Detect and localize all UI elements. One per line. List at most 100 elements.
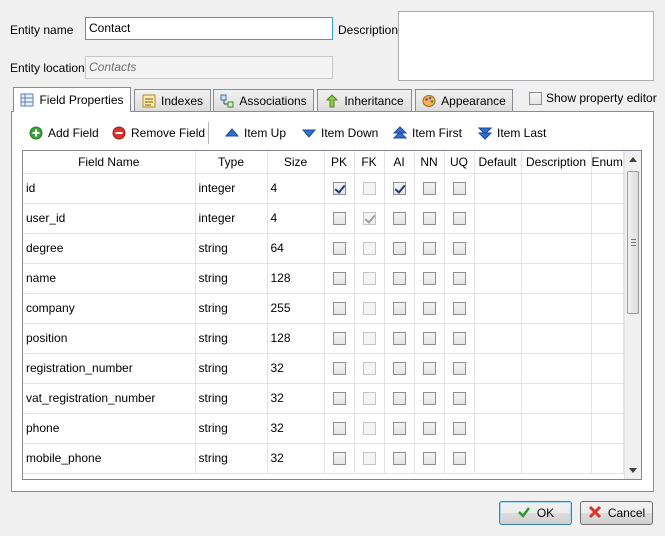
scroll-down-icon[interactable] xyxy=(629,468,637,473)
type-cell[interactable]: string xyxy=(195,293,268,324)
default-cell[interactable] xyxy=(474,323,522,354)
uq-checkbox[interactable] xyxy=(452,422,466,436)
type-cell[interactable]: string xyxy=(195,263,268,294)
fk-checkbox[interactable] xyxy=(362,362,376,376)
column-header-fk[interactable]: FK xyxy=(354,151,385,174)
default-cell[interactable] xyxy=(474,413,522,444)
pk-checkbox[interactable] xyxy=(332,452,346,466)
field-name-cell[interactable]: name xyxy=(23,263,196,294)
column-header-field-name[interactable]: Field Name xyxy=(23,151,196,174)
type-cell[interactable]: string xyxy=(195,413,268,444)
pk-checkbox[interactable] xyxy=(332,272,346,286)
fk-checkbox[interactable] xyxy=(362,422,376,436)
enum-cell[interactable] xyxy=(591,263,624,294)
cancel-button[interactable]: Cancel xyxy=(580,501,653,525)
pk-checkbox[interactable] xyxy=(332,362,346,376)
column-header-nn[interactable]: NN xyxy=(414,151,445,174)
pk-checkbox[interactable] xyxy=(332,332,346,346)
uq-checkbox[interactable] xyxy=(452,392,466,406)
type-cell[interactable]: string xyxy=(195,443,268,474)
default-cell[interactable] xyxy=(474,443,522,474)
description-cell[interactable] xyxy=(521,203,592,234)
enum-cell[interactable] xyxy=(591,323,624,354)
table-row[interactable]: vat_registration_number string 32 xyxy=(23,383,624,414)
size-cell[interactable]: 128 xyxy=(267,263,325,294)
type-cell[interactable]: string xyxy=(195,383,268,414)
nn-checkbox[interactable] xyxy=(422,272,436,286)
enum-cell[interactable] xyxy=(591,173,624,204)
field-name-cell[interactable]: mobile_phone xyxy=(23,443,196,474)
pk-checkbox[interactable] xyxy=(332,422,346,436)
enum-cell[interactable] xyxy=(591,353,624,384)
column-header-default[interactable]: Default xyxy=(474,151,522,174)
ai-checkbox[interactable] xyxy=(392,392,406,406)
uq-checkbox[interactable] xyxy=(452,182,466,196)
field-name-cell[interactable]: id xyxy=(23,173,196,204)
description-textarea[interactable] xyxy=(398,11,654,81)
description-cell[interactable] xyxy=(521,293,592,324)
description-cell[interactable] xyxy=(521,443,592,474)
uq-checkbox[interactable] xyxy=(452,212,466,226)
tab-inheritance[interactable]: Inheritance xyxy=(317,89,412,111)
table-row[interactable]: name string 128 xyxy=(23,263,624,294)
tab-appearance[interactable]: Appearance xyxy=(415,89,513,111)
size-cell[interactable]: 32 xyxy=(267,353,325,384)
fk-checkbox[interactable] xyxy=(362,182,376,196)
description-cell[interactable] xyxy=(521,413,592,444)
nn-checkbox[interactable] xyxy=(422,182,436,196)
ai-checkbox[interactable] xyxy=(392,182,406,196)
default-cell[interactable] xyxy=(474,293,522,324)
nn-checkbox[interactable] xyxy=(422,212,436,226)
field-name-cell[interactable]: degree xyxy=(23,233,196,264)
enum-cell[interactable] xyxy=(591,383,624,414)
size-cell[interactable]: 64 xyxy=(267,233,325,264)
size-cell[interactable]: 32 xyxy=(267,443,325,474)
description-cell[interactable] xyxy=(521,323,592,354)
ai-checkbox[interactable] xyxy=(392,422,406,436)
pk-checkbox[interactable] xyxy=(332,212,346,226)
uq-checkbox[interactable] xyxy=(452,332,466,346)
default-cell[interactable] xyxy=(474,203,522,234)
type-cell[interactable]: string xyxy=(195,323,268,354)
field-name-cell[interactable]: phone xyxy=(23,413,196,444)
column-header-ai[interactable]: AI xyxy=(384,151,415,174)
tab-indexes[interactable]: Indexes xyxy=(134,89,211,111)
default-cell[interactable] xyxy=(474,263,522,294)
description-cell[interactable] xyxy=(521,233,592,264)
description-cell[interactable] xyxy=(521,263,592,294)
enum-cell[interactable] xyxy=(591,293,624,324)
fk-checkbox[interactable] xyxy=(362,212,376,226)
default-cell[interactable] xyxy=(474,233,522,264)
uq-checkbox[interactable] xyxy=(452,302,466,316)
table-row[interactable]: registration_number string 32 xyxy=(23,353,624,384)
description-cell[interactable] xyxy=(521,383,592,414)
table-row[interactable]: company string 255 xyxy=(23,293,624,324)
ok-button[interactable]: OK xyxy=(499,501,572,525)
table-row[interactable]: id integer 4 xyxy=(23,173,624,204)
nn-checkbox[interactable] xyxy=(422,332,436,346)
tab-associations[interactable]: Associations xyxy=(213,89,314,111)
column-header-enum[interactable]: Enum xyxy=(591,151,624,174)
type-cell[interactable]: string xyxy=(195,353,268,384)
default-cell[interactable] xyxy=(474,353,522,384)
fk-checkbox[interactable] xyxy=(362,242,376,256)
ai-checkbox[interactable] xyxy=(392,302,406,316)
ai-checkbox[interactable] xyxy=(392,332,406,346)
show-property-editor-option[interactable]: Show property editor xyxy=(529,91,657,105)
column-header-pk[interactable]: PK xyxy=(324,151,355,174)
item-last-button[interactable]: Item Last xyxy=(477,123,546,143)
field-name-cell[interactable]: user_id xyxy=(23,203,196,234)
fields-grid[interactable]: Field Name Type Size PK FK AI NN UQ Defa… xyxy=(22,150,642,480)
table-row[interactable]: phone string 32 xyxy=(23,413,624,444)
size-cell[interactable]: 128 xyxy=(267,323,325,354)
ai-checkbox[interactable] xyxy=(392,362,406,376)
enum-cell[interactable] xyxy=(591,443,624,474)
uq-checkbox[interactable] xyxy=(452,452,466,466)
description-cell[interactable] xyxy=(521,353,592,384)
field-name-cell[interactable]: position xyxy=(23,323,196,354)
uq-checkbox[interactable] xyxy=(452,272,466,286)
type-cell[interactable]: integer xyxy=(195,173,268,204)
tab-field-properties[interactable]: Field Properties xyxy=(13,87,131,112)
vertical-scrollbar[interactable] xyxy=(624,151,641,479)
ai-checkbox[interactable] xyxy=(392,242,406,256)
